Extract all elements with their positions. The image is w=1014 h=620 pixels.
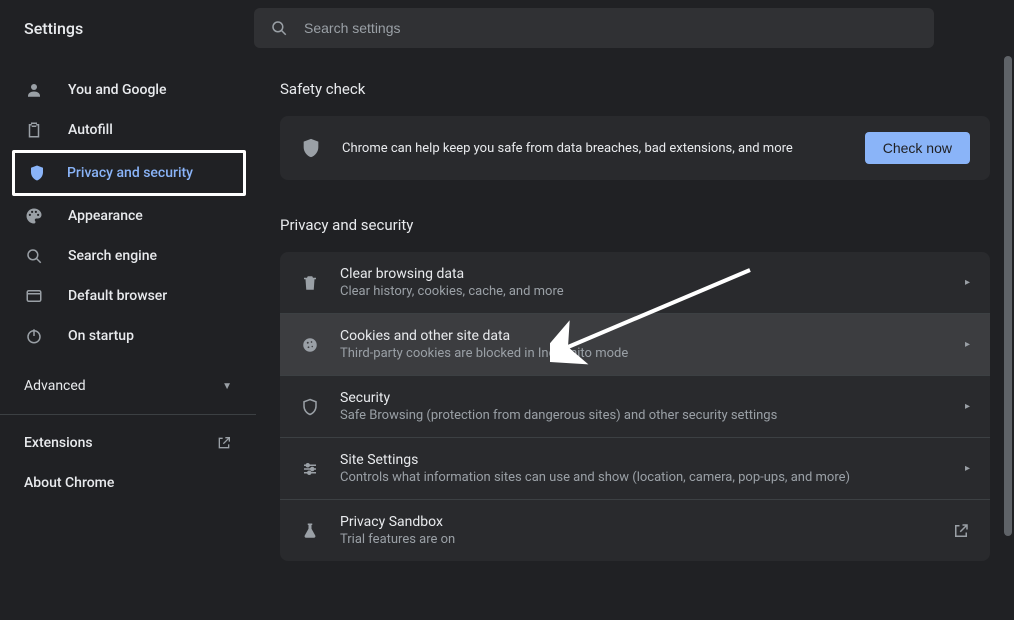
top-bar: Settings xyxy=(0,0,1014,56)
open-external-icon xyxy=(952,522,970,540)
sidebar-item-label: Privacy and security xyxy=(67,165,193,181)
row-privacy-sandbox[interactable]: Privacy Sandbox Trial features are on xyxy=(280,500,990,561)
cookie-icon xyxy=(300,335,320,355)
privacy-list: Clear browsing data Clear history, cooki… xyxy=(280,252,990,561)
advanced-label: Advanced xyxy=(24,378,86,394)
open-external-icon xyxy=(216,435,232,451)
trash-icon xyxy=(300,273,320,293)
shield-check-icon xyxy=(300,137,322,159)
shield-outline-icon xyxy=(300,397,320,417)
chevron-down-icon: ▼ xyxy=(222,381,232,392)
row-subtitle: Third-party cookies are blocked in Incog… xyxy=(340,346,965,361)
clipboard-icon xyxy=(24,120,44,140)
page-title: Settings xyxy=(24,19,254,38)
privacy-heading: Privacy and security xyxy=(280,216,990,234)
chevron-right-icon: ▸ xyxy=(965,463,970,474)
sidebar-item-label: Search engine xyxy=(68,248,157,264)
sidebar-divider xyxy=(0,414,256,415)
search-container[interactable] xyxy=(254,8,934,48)
sidebar-highlight-box: Privacy and security xyxy=(12,150,246,196)
safety-check-heading: Safety check xyxy=(280,80,990,98)
sidebar-item-label: On startup xyxy=(68,328,134,344)
row-clear-browsing-data[interactable]: Clear browsing data Clear history, cooki… xyxy=(280,252,990,314)
row-subtitle: Controls what information sites can use … xyxy=(340,470,965,485)
row-title: Security xyxy=(340,390,965,406)
row-title: Clear browsing data xyxy=(340,266,965,282)
sidebar-item-extensions[interactable]: Extensions xyxy=(0,423,256,463)
row-subtitle: Clear history, cookies, cache, and more xyxy=(340,284,965,299)
search-icon xyxy=(270,19,288,37)
magnifier-icon xyxy=(24,246,44,266)
palette-icon xyxy=(24,206,44,226)
row-title: Site Settings xyxy=(340,452,965,468)
chevron-right-icon: ▸ xyxy=(965,339,970,350)
person-icon xyxy=(24,80,44,100)
search-input[interactable] xyxy=(304,20,918,36)
sidebar-item-appearance[interactable]: Appearance xyxy=(0,196,256,236)
shield-icon xyxy=(27,163,47,183)
sidebar-item-you-and-google[interactable]: You and Google xyxy=(0,70,256,110)
sliders-icon xyxy=(300,459,320,479)
chevron-right-icon: ▸ xyxy=(965,277,970,288)
row-site-settings[interactable]: Site Settings Controls what information … xyxy=(280,438,990,500)
sidebar-item-label: Default browser xyxy=(68,288,167,304)
sidebar-item-label: Autofill xyxy=(68,122,113,138)
sidebar-item-search-engine[interactable]: Search engine xyxy=(0,236,256,276)
sidebar-item-autofill[interactable]: Autofill xyxy=(0,110,256,150)
safety-check-card: Chrome can help keep you safe from data … xyxy=(280,116,990,180)
row-cookies-and-site-data[interactable]: Cookies and other site data Third-party … xyxy=(280,314,990,376)
sidebar-item-default-browser[interactable]: Default browser xyxy=(0,276,256,316)
extensions-label: Extensions xyxy=(24,435,93,451)
row-subtitle: Trial features are on xyxy=(340,532,952,547)
about-label: About Chrome xyxy=(24,475,114,491)
browser-icon xyxy=(24,286,44,306)
chevron-right-icon: ▸ xyxy=(965,401,970,412)
row-subtitle: Safe Browsing (protection from dangerous… xyxy=(340,408,965,423)
sidebar-item-privacy-and-security[interactable]: Privacy and security xyxy=(15,153,243,193)
row-title: Privacy Sandbox xyxy=(340,514,952,530)
sidebar-item-about-chrome[interactable]: About Chrome xyxy=(0,463,256,503)
sidebar: You and Google Autofill Privacy and secu… xyxy=(0,56,256,620)
sidebar-advanced-toggle[interactable]: Advanced ▼ xyxy=(0,366,256,406)
sidebar-item-label: Appearance xyxy=(68,208,143,224)
main-content: Safety check Chrome can help keep you sa… xyxy=(256,56,1014,620)
scrollbar-thumb[interactable] xyxy=(1004,56,1012,536)
sidebar-item-on-startup[interactable]: On startup xyxy=(0,316,256,356)
power-icon xyxy=(24,326,44,346)
flask-icon xyxy=(300,521,320,541)
row-security[interactable]: Security Safe Browsing (protection from … xyxy=(280,376,990,438)
safety-check-text: Chrome can help keep you safe from data … xyxy=(342,141,865,156)
row-title: Cookies and other site data xyxy=(340,328,965,344)
sidebar-item-label: You and Google xyxy=(68,82,166,98)
check-now-button[interactable]: Check now xyxy=(865,132,970,164)
